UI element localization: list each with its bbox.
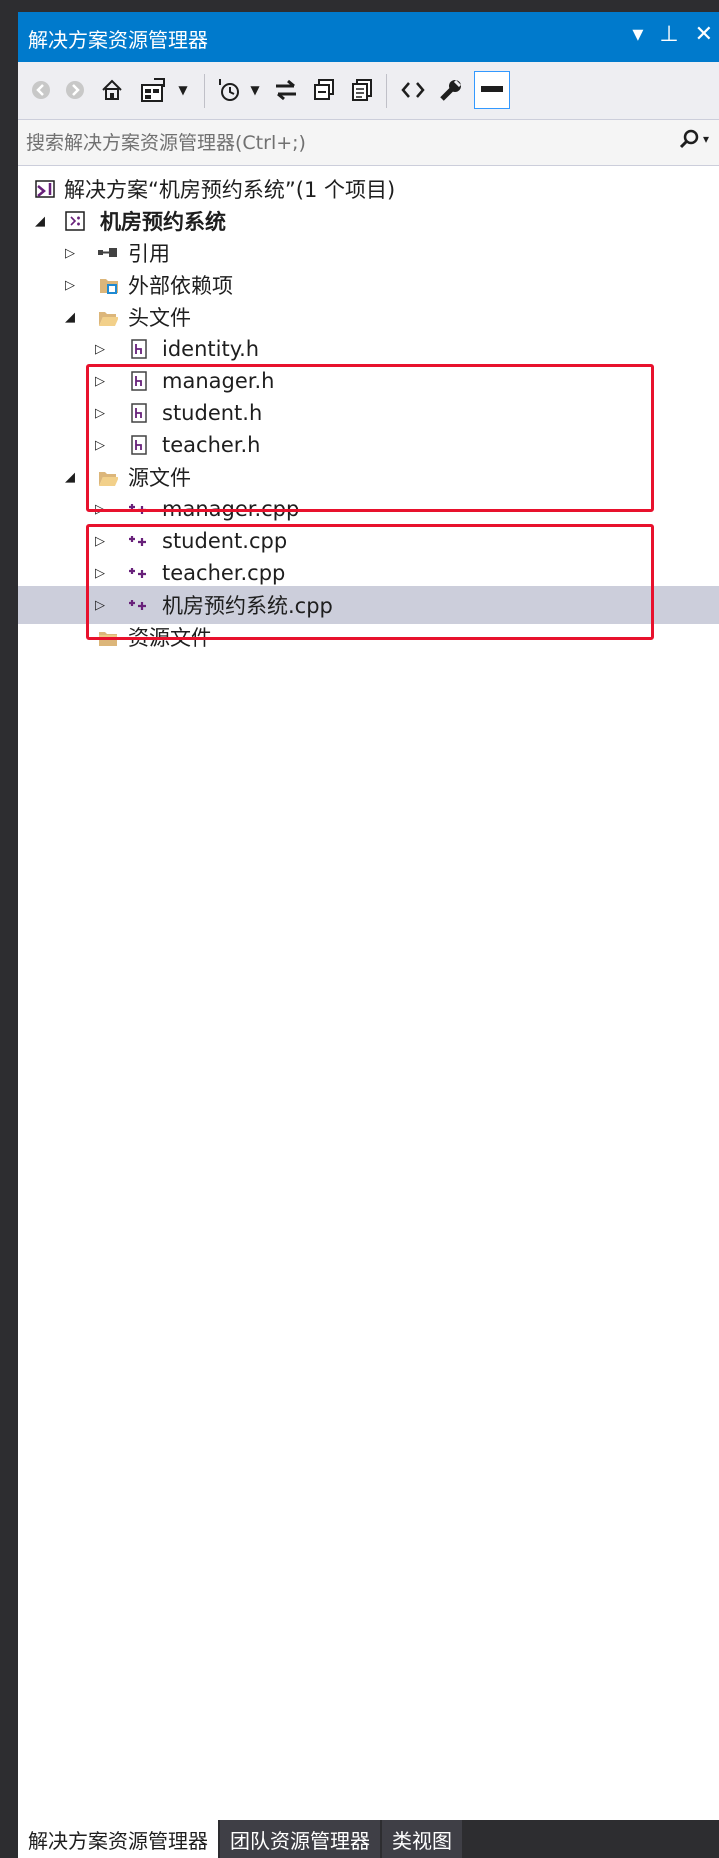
show-all-files-icon[interactable] (348, 71, 376, 109)
window-frame-left (0, 0, 18, 1858)
panel-title: 解决方案资源管理器 (28, 28, 208, 52)
solution-tree: 解决方案“机房预约系统”(1 个项目) ◢ 机房预约系统 ▷ 引用 ▷ 外部依赖… (18, 166, 719, 1820)
search-icon[interactable]: ▾ (678, 128, 709, 150)
collapsed-arrow-icon[interactable]: ▷ (92, 339, 108, 359)
tree-item-label: 解决方案“机房预约系统”(1 个项目) (64, 178, 396, 202)
close-icon[interactable]: ✕ (695, 22, 713, 47)
collapsed-arrow-icon[interactable]: ▷ (92, 403, 108, 423)
header-file-icon (128, 402, 150, 424)
tree-item-resource-folder[interactable]: 资源文件 (18, 618, 719, 656)
tab-team-explorer[interactable]: 团队资源管理器 (220, 1820, 380, 1858)
collapsed-arrow-icon[interactable]: ▷ (62, 275, 78, 295)
properties-icon[interactable] (436, 71, 466, 109)
tree-item-label: student.h (162, 401, 263, 425)
external-dependencies-icon (98, 274, 120, 296)
header-file-icon (128, 370, 150, 392)
cpp-file-icon (128, 498, 150, 520)
expanded-arrow-icon[interactable]: ◢ (62, 467, 78, 487)
solution-explorer-toolbar: ▼ ▼ (18, 62, 719, 120)
tree-item-label: 资源文件 (128, 626, 212, 650)
collapsed-arrow-icon[interactable]: ▷ (92, 531, 108, 551)
tab-solution-explorer[interactable]: 解决方案资源管理器 (18, 1820, 218, 1858)
open-folder-icon (96, 466, 118, 488)
references-icon (96, 242, 118, 264)
window-frame-top (0, 0, 719, 12)
dropdown-arrow-icon[interactable]: ▼ (246, 71, 264, 109)
cpp-file-icon (128, 530, 150, 552)
window-position-dropdown-icon[interactable]: ▾ (632, 22, 643, 47)
project-icon (64, 210, 86, 232)
forward-icon[interactable] (62, 71, 88, 109)
expanded-arrow-icon[interactable]: ◢ (62, 307, 78, 327)
expanded-arrow-icon[interactable]: ◢ (32, 211, 48, 231)
tree-item-label: teacher.cpp (162, 561, 286, 585)
collapsed-arrow-icon[interactable]: ▷ (62, 243, 78, 263)
header-file-icon (128, 434, 150, 456)
panel-controls: ▾ ⊥ ✕ (632, 22, 713, 47)
home-icon[interactable] (98, 71, 126, 109)
bottom-tab-bar: 解决方案资源管理器 团队资源管理器 类视图 (18, 1820, 462, 1858)
preview-selected-icon[interactable] (474, 71, 510, 109)
tree-item-label: 机房预约系统.cpp (162, 594, 333, 618)
tree-item-label: 外部依赖项 (128, 274, 233, 298)
collapsed-arrow-icon[interactable]: ▷ (92, 371, 108, 391)
tree-item-label: teacher.h (162, 433, 261, 457)
collapsed-arrow-icon[interactable]: ▷ (92, 499, 108, 519)
collapsed-arrow-icon[interactable]: ▷ (92, 563, 108, 583)
toolbar-separator (386, 74, 387, 108)
solution-icon (34, 178, 56, 200)
dropdown-arrow-icon[interactable]: ▼ (174, 71, 192, 109)
tree-item-label: manager.h (162, 369, 275, 393)
panel-title-bar: 解决方案资源管理器 ▾ ⊥ ✕ (18, 12, 719, 62)
tree-item-label: identity.h (162, 337, 260, 361)
tree-item-label: student.cpp (162, 529, 288, 553)
back-icon[interactable] (28, 71, 54, 109)
search-input[interactable] (24, 126, 668, 160)
sync-icon[interactable] (272, 71, 300, 109)
open-folder-icon (96, 306, 118, 328)
collapsed-arrow-icon[interactable]: ▷ (92, 435, 108, 455)
pending-changes-icon[interactable] (214, 71, 244, 109)
tree-item-label: 引用 (128, 242, 170, 266)
cpp-file-icon (128, 594, 150, 616)
collapse-all-icon[interactable] (310, 71, 338, 109)
collapsed-arrow-icon[interactable]: ▷ (92, 595, 108, 615)
cpp-file-icon (128, 562, 150, 584)
tree-item-label: 头文件 (128, 306, 191, 330)
tree-item-label: 源文件 (128, 466, 191, 490)
view-code-icon[interactable] (398, 71, 428, 109)
folder-icon (96, 626, 118, 648)
pin-icon[interactable]: ⊥ (659, 22, 678, 47)
tree-item-label: 机房预约系统 (100, 210, 226, 234)
toolbar-separator (204, 74, 205, 108)
switch-views-icon[interactable] (138, 71, 170, 109)
header-file-icon (128, 338, 150, 360)
tree-item-label: manager.cpp (162, 497, 300, 521)
tab-class-view[interactable]: 类视图 (382, 1820, 462, 1858)
search-box: ▾ (18, 120, 719, 166)
